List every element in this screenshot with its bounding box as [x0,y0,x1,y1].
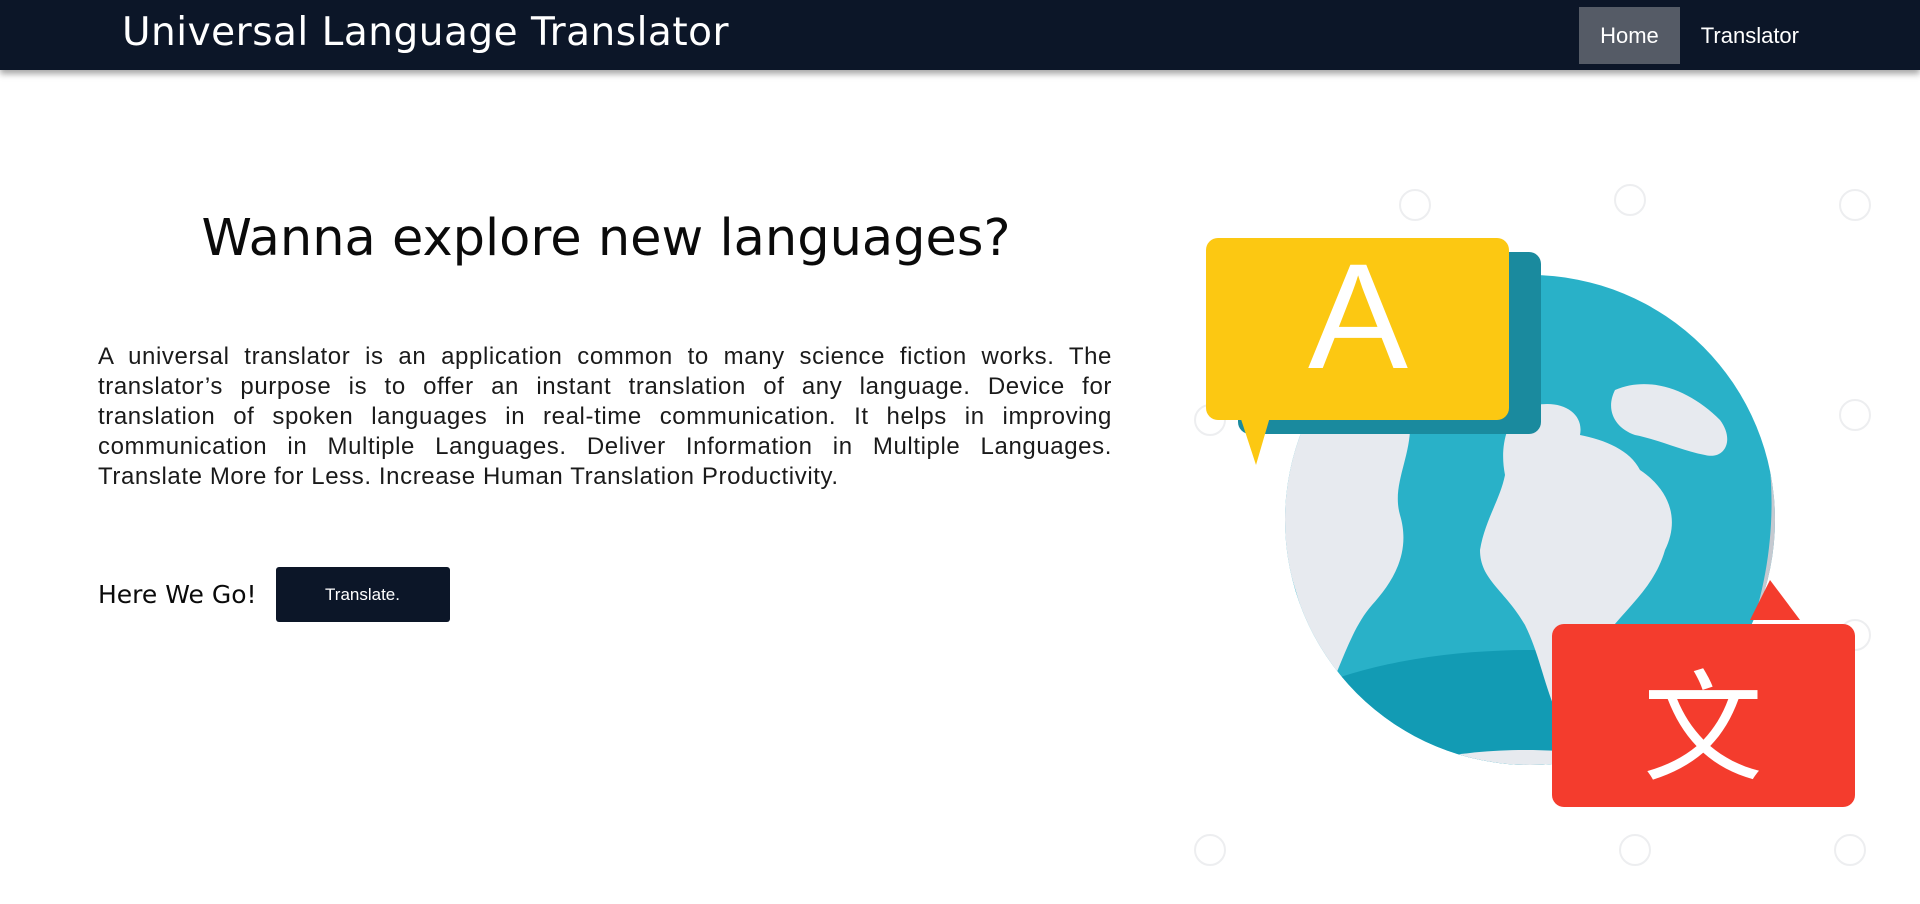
speech-bubble-icon: A [1206,232,1541,465]
bubble-right-glyph: 文 [1643,660,1763,799]
site-brand[interactable]: Universal Language Translator [122,10,729,56]
translate-button[interactable]: Translate. [275,567,450,622]
bubble-left-glyph: A [1308,232,1408,400]
hero-title: Wanna explore new languages? [201,209,1011,268]
nav-link-translator[interactable]: Translator [1680,7,1820,64]
nav-links: Home Translator [1579,7,1820,64]
globe-translation-graphic: A 文 [1194,184,1871,866]
translation-illustration: A 文 [1160,150,1900,890]
cta-row: Here We Go! Translate. [98,567,450,622]
navbar: Universal Language Translator Home Trans… [0,0,1920,70]
hero-description: A universal translator is an application… [98,343,1112,490]
nav-link-home[interactable]: Home [1579,7,1680,64]
cta-label: Here We Go! [98,580,257,609]
